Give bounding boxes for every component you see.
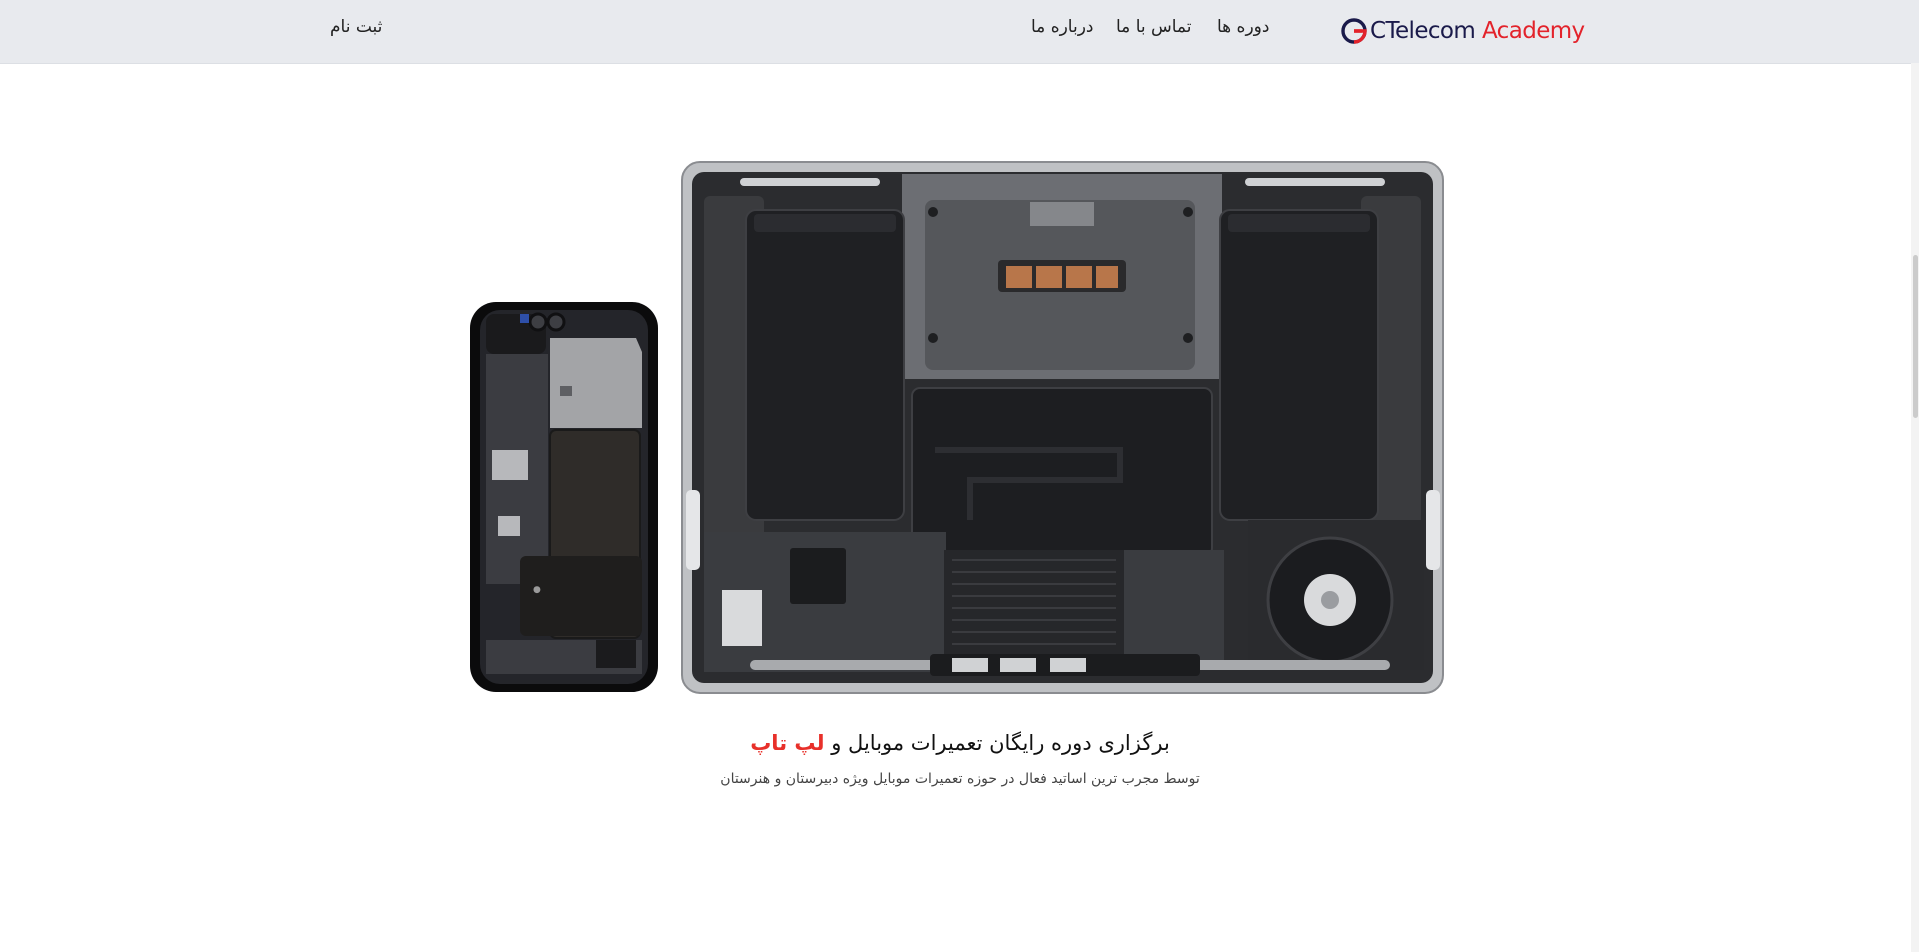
site-header: CTelecom Academy دوره ها تماس با ما دربا… — [0, 0, 1919, 64]
scrollbar-track[interactable] — [1911, 63, 1919, 952]
nav-about-link[interactable]: درباره ما — [1031, 17, 1094, 37]
nav-courses-link[interactable]: دوره ها — [1217, 17, 1269, 37]
phone-teardown-image: ● — [470, 302, 658, 692]
hero-title-joiner: و — [831, 731, 842, 755]
scrollbar-thumb[interactable] — [1913, 255, 1918, 418]
svg-text:●: ● — [533, 585, 541, 595]
ctelecom-logo-icon — [1341, 18, 1367, 44]
nav-contact-link[interactable]: تماس با ما — [1116, 17, 1192, 37]
hero-title-main: برگزاری دوره رایگان تعمیرات موبایل — [848, 731, 1170, 755]
hero-subtitle: توسط مجرب ترین اساتید فعال در حوزه تعمیر… — [720, 771, 1200, 787]
laptop-teardown-image — [681, 161, 1444, 694]
brand-accent: Academy — [1481, 18, 1585, 44]
hero-title: برگزاری دوره رایگان تعمیرات موبایل و لپ … — [620, 731, 1300, 755]
hero-title-highlight: لپ تاپ — [750, 731, 825, 755]
brand-name: CTelecom Academy — [1370, 18, 1585, 44]
register-link[interactable]: ثبت نام — [330, 17, 382, 37]
brand-logo-link[interactable]: CTelecom Academy — [1339, 15, 1585, 47]
